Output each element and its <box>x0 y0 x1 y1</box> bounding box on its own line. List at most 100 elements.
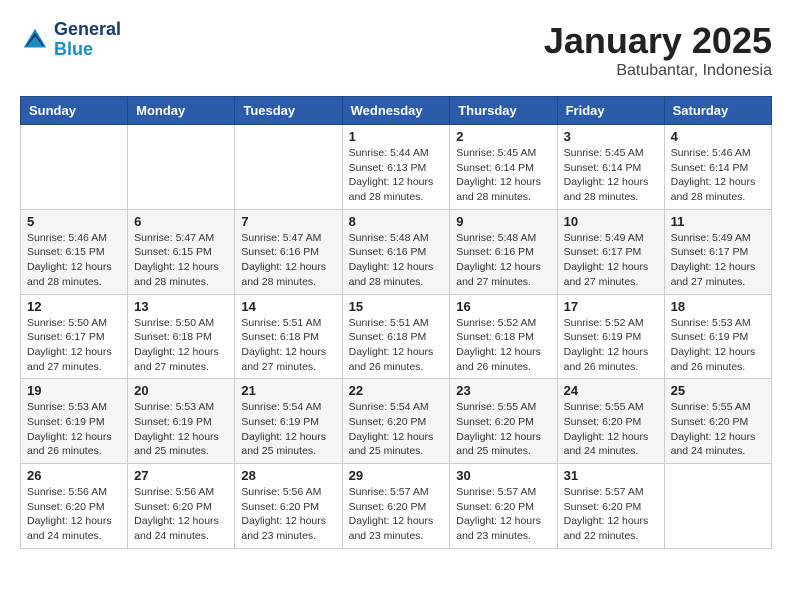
day-info: Sunrise: 5:52 AM Sunset: 6:19 PM Dayligh… <box>564 316 658 375</box>
calendar-cell: 24 Sunrise: 5:55 AM Sunset: 6:20 PM Dayli… <box>557 379 664 464</box>
day-number: 11 <box>671 214 765 229</box>
day-info: Sunrise: 5:51 AM Sunset: 6:18 PM Dayligh… <box>349 316 444 375</box>
day-info: Sunrise: 5:57 AM Sunset: 6:20 PM Dayligh… <box>564 485 658 544</box>
page-header: General Blue January 2025 Batubantar, In… <box>20 20 772 80</box>
day-info: Sunrise: 5:47 AM Sunset: 6:15 PM Dayligh… <box>134 231 228 290</box>
day-info: Sunrise: 5:48 AM Sunset: 6:16 PM Dayligh… <box>456 231 550 290</box>
day-number: 9 <box>456 214 550 229</box>
calendar-week-row: 19 Sunrise: 5:53 AM Sunset: 6:19 PM Dayli… <box>21 379 772 464</box>
calendar-cell: 8 Sunrise: 5:48 AM Sunset: 6:16 PM Daylig… <box>342 209 450 294</box>
month-title: January 2025 <box>544 20 772 62</box>
calendar-cell: 10 Sunrise: 5:49 AM Sunset: 6:17 PM Dayli… <box>557 209 664 294</box>
day-info: Sunrise: 5:54 AM Sunset: 6:19 PM Dayligh… <box>241 400 335 459</box>
day-info: Sunrise: 5:48 AM Sunset: 6:16 PM Dayligh… <box>349 231 444 290</box>
day-info: Sunrise: 5:56 AM Sunset: 6:20 PM Dayligh… <box>27 485 121 544</box>
calendar-cell <box>128 125 235 210</box>
day-number: 14 <box>241 299 335 314</box>
calendar-cell <box>21 125 128 210</box>
calendar-week-row: 26 Sunrise: 5:56 AM Sunset: 6:20 PM Dayli… <box>21 464 772 549</box>
day-info: Sunrise: 5:53 AM Sunset: 6:19 PM Dayligh… <box>134 400 228 459</box>
day-number: 12 <box>27 299 121 314</box>
day-info: Sunrise: 5:57 AM Sunset: 6:20 PM Dayligh… <box>349 485 444 544</box>
day-info: Sunrise: 5:46 AM Sunset: 6:14 PM Dayligh… <box>671 146 765 205</box>
day-info: Sunrise: 5:55 AM Sunset: 6:20 PM Dayligh… <box>671 400 765 459</box>
calendar-cell: 26 Sunrise: 5:56 AM Sunset: 6:20 PM Dayli… <box>21 464 128 549</box>
day-info: Sunrise: 5:55 AM Sunset: 6:20 PM Dayligh… <box>456 400 550 459</box>
calendar-cell: 2 Sunrise: 5:45 AM Sunset: 6:14 PM Daylig… <box>450 125 557 210</box>
calendar-cell: 31 Sunrise: 5:57 AM Sunset: 6:20 PM Dayli… <box>557 464 664 549</box>
day-number: 3 <box>564 129 658 144</box>
title-block: January 2025 Batubantar, Indonesia <box>544 20 772 80</box>
day-info: Sunrise: 5:53 AM Sunset: 6:19 PM Dayligh… <box>671 316 765 375</box>
calendar-cell: 7Sunrise: 5:47 AM Sunset: 6:16 PM Daylig… <box>235 209 342 294</box>
weekday-header-row: SundayMondayTuesdayWednesdayThursdayFrid… <box>21 97 772 125</box>
day-number: 8 <box>349 214 444 229</box>
calendar-cell: 28 Sunrise: 5:56 AM Sunset: 6:20 PM Dayli… <box>235 464 342 549</box>
day-number: 30 <box>456 468 550 483</box>
calendar-cell <box>664 464 771 549</box>
day-info: Sunrise: 5:50 AM Sunset: 6:17 PM Dayligh… <box>27 316 121 375</box>
calendar-cell: 9 Sunrise: 5:48 AM Sunset: 6:16 PM Daylig… <box>450 209 557 294</box>
day-info: Sunrise: 5:56 AM Sunset: 6:20 PM Dayligh… <box>134 485 228 544</box>
day-number: 24 <box>564 383 658 398</box>
calendar-cell: 4 Sunrise: 5:46 AM Sunset: 6:14 PM Daylig… <box>664 125 771 210</box>
day-number: 29 <box>349 468 444 483</box>
calendar-cell: 20 Sunrise: 5:53 AM Sunset: 6:19 PM Dayli… <box>128 379 235 464</box>
day-info: Sunrise: 5:51 AM Sunset: 6:18 PM Dayligh… <box>241 316 335 375</box>
day-info: Sunrise: 5:45 AM Sunset: 6:14 PM Dayligh… <box>456 146 550 205</box>
weekday-header-cell: Tuesday <box>235 97 342 125</box>
calendar-cell: 13Sunrise: 5:50 AM Sunset: 6:18 PM Dayli… <box>128 294 235 379</box>
calendar-cell: 5 Sunrise: 5:46 AM Sunset: 6:15 PM Daylig… <box>21 209 128 294</box>
calendar-cell: 15 Sunrise: 5:51 AM Sunset: 6:18 PM Dayli… <box>342 294 450 379</box>
day-number: 16 <box>456 299 550 314</box>
day-number: 10 <box>564 214 658 229</box>
calendar-cell <box>235 125 342 210</box>
calendar-week-row: 5 Sunrise: 5:46 AM Sunset: 6:15 PM Daylig… <box>21 209 772 294</box>
calendar-cell: 25 Sunrise: 5:55 AM Sunset: 6:20 PM Dayli… <box>664 379 771 464</box>
day-number: 31 <box>564 468 658 483</box>
weekday-header-cell: Friday <box>557 97 664 125</box>
day-info: Sunrise: 5:49 AM Sunset: 6:17 PM Dayligh… <box>564 231 658 290</box>
calendar-cell: 12 Sunrise: 5:50 AM Sunset: 6:17 PM Dayli… <box>21 294 128 379</box>
day-number: 27 <box>134 468 228 483</box>
day-number: 25 <box>671 383 765 398</box>
calendar-cell: 21 Sunrise: 5:54 AM Sunset: 6:19 PM Dayli… <box>235 379 342 464</box>
day-info: Sunrise: 5:52 AM Sunset: 6:18 PM Dayligh… <box>456 316 550 375</box>
day-info: Sunrise: 5:57 AM Sunset: 6:20 PM Dayligh… <box>456 485 550 544</box>
calendar-cell: 16 Sunrise: 5:52 AM Sunset: 6:18 PM Dayli… <box>450 294 557 379</box>
day-number: 15 <box>349 299 444 314</box>
calendar-table: SundayMondayTuesdayWednesdayThursdayFrid… <box>20 96 772 549</box>
calendar-cell: 30 Sunrise: 5:57 AM Sunset: 6:20 PM Dayli… <box>450 464 557 549</box>
day-number: 5 <box>27 214 121 229</box>
day-number: 23 <box>456 383 550 398</box>
day-number: 22 <box>349 383 444 398</box>
calendar-cell: 11 Sunrise: 5:49 AM Sunset: 6:17 PM Dayli… <box>664 209 771 294</box>
day-number: 2 <box>456 129 550 144</box>
logo-text: General Blue <box>54 20 121 60</box>
calendar-cell: 3 Sunrise: 5:45 AM Sunset: 6:14 PM Daylig… <box>557 125 664 210</box>
day-info: Sunrise: 5:50 AM Sunset: 6:18 PM Dayligh… <box>134 316 228 375</box>
day-info: Sunrise: 5:49 AM Sunset: 6:17 PM Dayligh… <box>671 231 765 290</box>
day-number: 28 <box>241 468 335 483</box>
day-number: 26 <box>27 468 121 483</box>
day-number: 7 <box>241 214 335 229</box>
calendar-week-row: 12 Sunrise: 5:50 AM Sunset: 6:17 PM Dayli… <box>21 294 772 379</box>
day-number: 1 <box>349 129 444 144</box>
day-number: 19 <box>27 383 121 398</box>
weekday-header-cell: Thursday <box>450 97 557 125</box>
weekday-header-cell: Wednesday <box>342 97 450 125</box>
weekday-header-cell: Monday <box>128 97 235 125</box>
day-number: 21 <box>241 383 335 398</box>
calendar-cell: 14 Sunrise: 5:51 AM Sunset: 6:18 PM Dayli… <box>235 294 342 379</box>
day-info: Sunrise: 5:44 AM Sunset: 6:13 PM Dayligh… <box>349 146 444 205</box>
day-info: Sunrise: 5:56 AM Sunset: 6:20 PM Dayligh… <box>241 485 335 544</box>
calendar-cell: 23 Sunrise: 5:55 AM Sunset: 6:20 PM Dayli… <box>450 379 557 464</box>
calendar-cell: 17Sunrise: 5:52 AM Sunset: 6:19 PM Dayli… <box>557 294 664 379</box>
day-info: Sunrise: 5:55 AM Sunset: 6:20 PM Dayligh… <box>564 400 658 459</box>
day-number: 20 <box>134 383 228 398</box>
weekday-header-cell: Sunday <box>21 97 128 125</box>
logo-icon <box>20 25 50 55</box>
day-info: Sunrise: 5:46 AM Sunset: 6:15 PM Dayligh… <box>27 231 121 290</box>
day-info: Sunrise: 5:45 AM Sunset: 6:14 PM Dayligh… <box>564 146 658 205</box>
day-number: 4 <box>671 129 765 144</box>
